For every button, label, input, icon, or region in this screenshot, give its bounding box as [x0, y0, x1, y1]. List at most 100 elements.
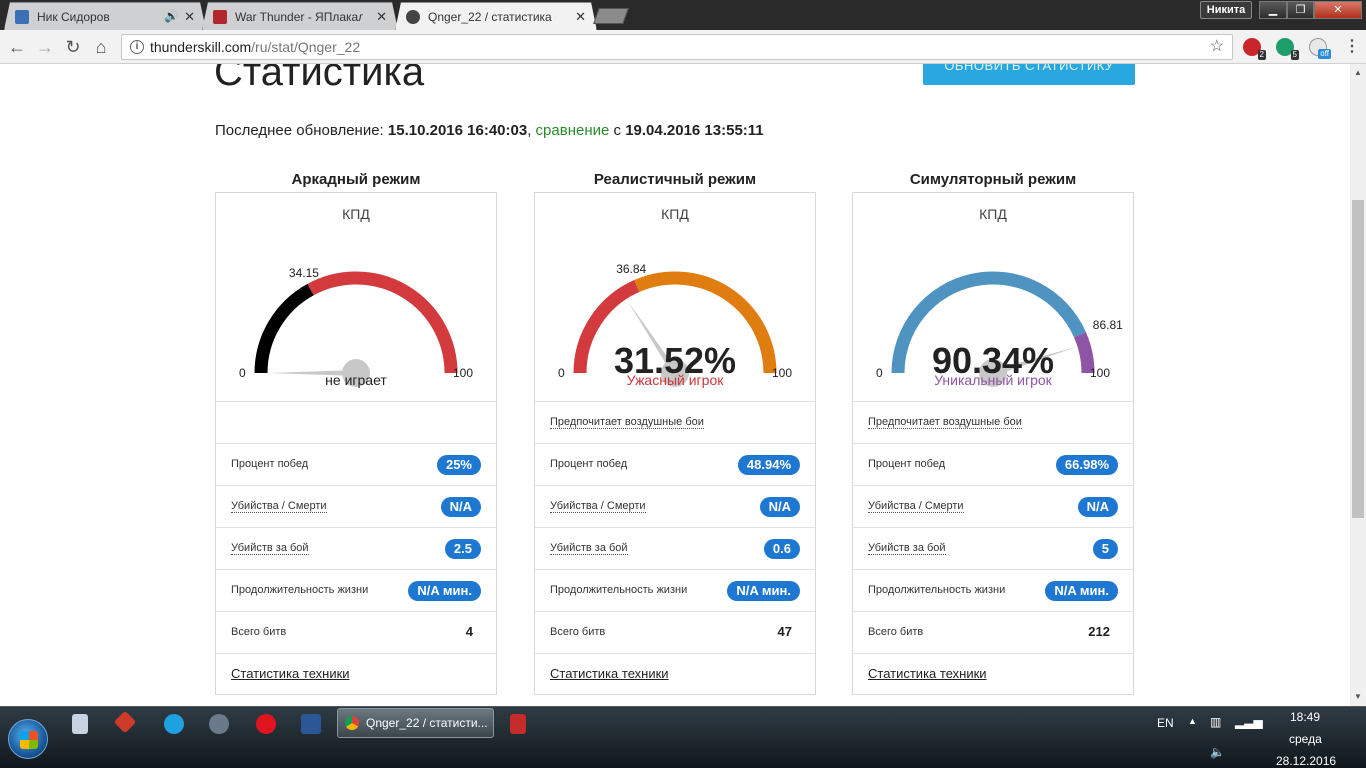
video-icon [15, 10, 29, 24]
tab-label: Qnger_22 / статистика и [428, 10, 556, 24]
efficiency-gauge: 0 100 36.84 31.52% [535, 223, 815, 393]
minimize-button[interactable]: ▁ [1259, 1, 1287, 19]
word-icon[interactable] [301, 714, 321, 734]
skype-icon[interactable] [164, 714, 184, 734]
adblock-icon[interactable]: 2 [1243, 38, 1266, 60]
start-button[interactable] [8, 719, 48, 759]
last-update-line: Последнее обновление: 15.10.2016 16:40:0… [215, 122, 764, 139]
taskbar-chrome-task[interactable]: Qnger_22 / статисти... [337, 708, 494, 738]
ccleaner-icon[interactable] [113, 710, 137, 734]
info-icon[interactable]: i [130, 40, 144, 54]
kills-per-battle-label[interactable]: Убийств за бой [231, 542, 309, 555]
volume-icon[interactable]: 🔈 [1210, 745, 1225, 759]
forward-button[interactable]: → [34, 36, 56, 58]
gauge-arc-above [1073, 332, 1095, 374]
pdf-icon[interactable] [510, 714, 526, 734]
kills-per-battle-label[interactable]: Убийств за бой [868, 542, 946, 555]
total-battles-value: 47 [777, 624, 792, 639]
lifetime-badge: N/A мин. [408, 581, 481, 601]
mode-card-realistic: КПД 0 100 36.84 31.52% Ужасный игрок Предпо… [534, 192, 816, 695]
kd-label[interactable]: Убийства / Смерти [550, 500, 646, 513]
compare-from: с [609, 122, 626, 139]
air-preference-row: Предпочитает воздушные бои [853, 401, 1133, 443]
close-icon[interactable]: ✕ [575, 9, 586, 25]
refresh-stats-button[interactable]: обновить статистику [923, 64, 1135, 85]
kpd-label: КПД [979, 206, 1007, 222]
lifetime-badge: N/A мин. [727, 581, 800, 601]
winrate-row: Процент побед 66.98% [853, 443, 1133, 485]
kills-per-battle-badge: 5 [1092, 539, 1118, 559]
tab-war-thunder[interactable]: War Thunder - ЯПлакал ✕ [202, 2, 398, 30]
vehicle-stats-link[interactable]: Статистика техники [550, 666, 669, 681]
taskbar: Qnger_22 / статисти... EN ▲ ▥ ▂▃▅ 🔈 18:4… [0, 706, 1366, 768]
tab-nik-sidorov[interactable]: Ник Сидоров 🔊 ✕ [4, 2, 206, 30]
profile-button[interactable]: Никита [1200, 1, 1252, 19]
window-close-button[interactable]: ✕ [1314, 1, 1362, 19]
close-icon[interactable]: ✕ [184, 9, 195, 25]
gauge-arc-below [254, 283, 314, 374]
page-scrollbar[interactable]: ▲ ▼ [1350, 64, 1366, 706]
language-indicator[interactable]: EN [1157, 716, 1174, 730]
network-adapter-icon[interactable]: ▥ [1210, 715, 1221, 729]
back-button[interactable]: ← [6, 36, 28, 58]
update-date: 15.10.2016 16:40:03 [387, 122, 528, 139]
signal-icon[interactable]: ▂▃▅ [1235, 715, 1263, 729]
tab-qnger-stats[interactable]: Qnger_22 / статистика и ✕ [395, 2, 597, 31]
url-text: thunderskill.com/ru/stat/Qnger_22 [150, 35, 360, 59]
kills-per-battle-label[interactable]: Убийств за бой [550, 542, 628, 555]
url-host: thunderskill.com [150, 39, 252, 55]
tray-expand-icon[interactable]: ▲ [1188, 716, 1197, 726]
winrate-label: Процент побед [868, 458, 946, 470]
vehicle-stats-link[interactable]: Статистика техники [868, 666, 987, 681]
kd-row: Убийства / Смерти N/A [216, 485, 496, 527]
total-battles-row: Всего битв 212 [853, 611, 1133, 653]
scroll-up-icon[interactable]: ▲ [1354, 68, 1362, 77]
lifetime-row: Продолжительность жизни N/A мин. [216, 569, 496, 611]
ext-badge: 5 [1290, 50, 1299, 60]
air-preference-label[interactable]: Предпочитает воздушные бои [868, 416, 1022, 429]
browser-toolbar: ← → ↻ ⌂ i thunderskill.com/ru/stat/Qnger… [0, 30, 1366, 64]
tab-label: Ник Сидоров [37, 9, 110, 24]
paint-icon[interactable] [209, 714, 229, 734]
air-preference-label[interactable]: Предпочитает воздушные бои [550, 416, 704, 429]
ext-badge: 2 [1257, 50, 1266, 60]
close-icon[interactable]: ✕ [376, 9, 387, 25]
opera-icon[interactable] [256, 714, 276, 734]
kd-badge: N/A [759, 497, 800, 517]
total-battles-row: Всего битв 4 [216, 611, 496, 653]
browser-menu-icon[interactable]: ⋮ [1344, 38, 1360, 58]
mode-title-arcade: Аркадный режим [291, 171, 421, 188]
player-rating: Уникальный игрок [934, 372, 1052, 388]
kd-row: Убийства / Смерти N/A [535, 485, 815, 527]
scroll-down-icon[interactable]: ▼ [1354, 692, 1362, 701]
extension-cloud-icon[interactable]: off [1309, 38, 1331, 59]
total-battles-label: Всего битв [868, 626, 924, 638]
kd-row: Убийства / Смерти N/A [853, 485, 1133, 527]
vehicle-stats-row: Статистика техники [535, 653, 815, 695]
address-bar[interactable]: i thunderskill.com/ru/stat/Qnger_22 ☆ [121, 34, 1233, 60]
home-button[interactable]: ⌂ [90, 36, 112, 58]
player-rating: не играет [325, 372, 387, 388]
extension-green-icon[interactable]: 5 [1276, 38, 1299, 60]
kd-label[interactable]: Убийства / Смерти [231, 500, 327, 513]
bookmark-star-icon[interactable]: ☆ [1210, 35, 1224, 59]
update-separator: , [527, 122, 536, 139]
lifetime-badge: N/A мин. [1045, 581, 1118, 601]
scrollbar-thumb[interactable] [1352, 200, 1364, 518]
new-tab-button[interactable] [593, 8, 629, 24]
compare-link[interactable]: сравнение [536, 122, 610, 139]
vehicle-stats-link[interactable]: Статистика техники [231, 666, 350, 681]
winrate-badge: 25% [436, 455, 481, 475]
kd-badge: N/A [440, 497, 481, 517]
kd-label[interactable]: Убийства / Смерти [868, 500, 964, 513]
efficiency-gauge: 0 100 86.81 90.34% [853, 223, 1133, 393]
reload-button[interactable]: ↻ [62, 36, 84, 58]
lifetime-label: Продолжительность жизни [231, 584, 369, 596]
maximize-button[interactable]: ❐ [1287, 1, 1314, 19]
vehicle-stats-row: Статистика техники [216, 653, 496, 695]
clock-time[interactable]: 18:49 [1290, 710, 1320, 724]
compare-date: 19.04.2016 13:55:11 [625, 122, 764, 139]
thunderskill-icon [406, 10, 420, 24]
speaker-icon[interactable]: 🔊 [164, 9, 179, 23]
calculator-icon[interactable] [72, 714, 88, 734]
